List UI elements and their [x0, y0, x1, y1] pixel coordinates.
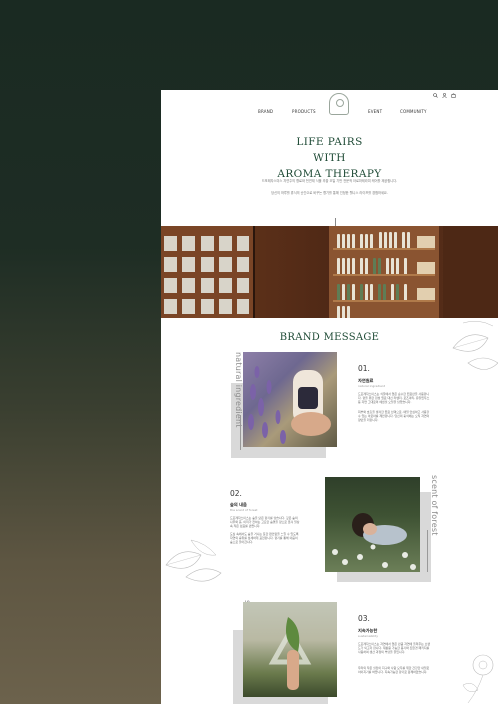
section-body: 드포레자스미스는 식물에서 얻은 순수한 원료만을 사용합니다. 향을 위한 합… — [358, 392, 430, 404]
section-body-2: 우리의 작은 실천이 지구와 사람 모두를 위한 건강한 내일로 이어지기를 바… — [358, 666, 430, 674]
user-icon[interactable] — [442, 93, 447, 98]
store-photo — [161, 226, 498, 318]
site-header: BRAND PRODUCTS EVENT COMMUNITY — [161, 90, 498, 120]
lavender-photo — [243, 352, 337, 447]
recycle-leaf-photo — [243, 602, 337, 697]
wooden-door — [161, 226, 253, 318]
website-mockup: BRAND PRODUCTS EVENT COMMUNITY LIFE PAIR… — [161, 90, 498, 704]
forest-woman-photo — [325, 477, 420, 572]
section-number: 02. — [230, 489, 242, 498]
nav-brand[interactable]: BRAND — [258, 109, 273, 114]
section-body: 드포레자스미스는 자연에서 얻은 만큼 자연에 돌려주는 브랜드가 되고자 합니… — [358, 642, 430, 654]
hero-title-line: LIFE PAIRS — [296, 136, 363, 148]
nav-event[interactable]: EVENT — [368, 109, 382, 114]
vertical-rule — [240, 415, 241, 450]
search-icon[interactable] — [433, 93, 438, 98]
hero-title: LIFE PAIRS WITH AROMA THERAPY — [161, 134, 498, 182]
brand-logo[interactable] — [329, 93, 349, 115]
nav-community[interactable]: COMMUNITY — [400, 109, 427, 114]
cart-icon[interactable] — [451, 93, 456, 98]
vertical-label: scent of forest — [430, 475, 439, 536]
hero-description: 드포레자스미스 자연주의 향료와 천연재 식물 추출 오일 기반 전문적 아로마… — [261, 179, 398, 183]
nav-products[interactable]: PRODUCTS — [292, 109, 316, 114]
hero-title-line: WITH — [313, 152, 346, 164]
section-body: 드포레자스미스는 숲을 닮은 향기를 담습니다. 깊은 숲의 나무와 흙, 이끼… — [230, 516, 300, 528]
section-number: 03. — [358, 614, 370, 623]
flower-illustration-icon — [462, 654, 494, 704]
hero-description-2: 당신의 하루를 휴식의 순간으로 바꾸는 향기를 통해 진정한 웰니스 라이프를… — [271, 191, 388, 195]
section-subtitle: the scent of forest — [230, 508, 258, 512]
leaf-illustration-icon — [452, 320, 498, 370]
section-subtitle: sustainability — [358, 634, 378, 638]
section-number: 01. — [358, 364, 370, 373]
leaf-illustration-icon — [165, 539, 222, 582]
wooden-cabinet — [443, 226, 498, 318]
section-subtitle: natural ingredient — [358, 384, 385, 388]
section-body-2: 도심 속에서도 숲을 거니는 듯한 편안함을 느낄 수 있도록 자연의 층위를 … — [230, 532, 299, 544]
vertical-label: natural ingredient — [234, 352, 243, 428]
section-body-2: 피부와 호흡을 생각한 원료 선택으로, 매일 안심하고 사용할 수 있는 아로… — [358, 410, 430, 422]
vertical-rule — [427, 530, 428, 572]
